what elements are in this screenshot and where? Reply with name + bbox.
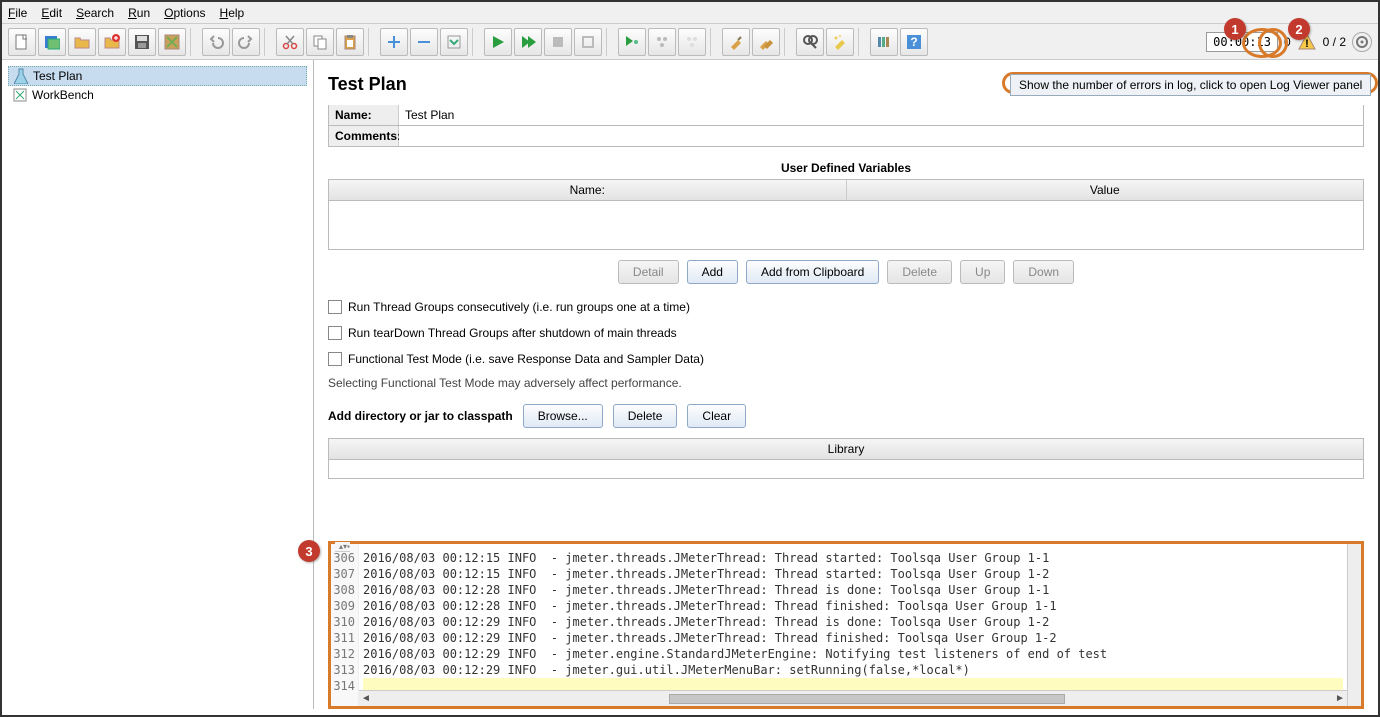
reset-search-button[interactable] bbox=[826, 28, 854, 56]
browse-button[interactable]: Browse... bbox=[523, 404, 603, 428]
menu-run[interactable]: Run bbox=[128, 6, 150, 20]
delete-button[interactable]: Delete bbox=[887, 260, 952, 284]
settings-icon[interactable] bbox=[1352, 32, 1372, 52]
comments-input[interactable] bbox=[399, 126, 1363, 146]
down-button[interactable]: Down bbox=[1013, 260, 1074, 284]
cut-button[interactable] bbox=[276, 28, 304, 56]
vars-title: User Defined Variables bbox=[328, 161, 1364, 175]
undo-button[interactable] bbox=[202, 28, 230, 56]
clear-all-button[interactable] bbox=[752, 28, 780, 56]
functional-note: Selecting Functional Test Mode may adver… bbox=[328, 376, 1364, 390]
menubar: File Edit Search Run Options Help bbox=[2, 2, 1378, 24]
stop-button[interactable] bbox=[544, 28, 572, 56]
chk-consecutive[interactable] bbox=[328, 300, 342, 314]
thread-count: 0 / 2 bbox=[1323, 35, 1346, 49]
cp-delete-button[interactable]: Delete bbox=[613, 404, 678, 428]
menu-file[interactable]: File bbox=[8, 6, 27, 20]
library-header[interactable]: Library bbox=[329, 439, 1363, 460]
chk-label: Run Thread Groups consecutively (i.e. ru… bbox=[348, 300, 690, 314]
vars-col-value[interactable]: Value bbox=[847, 180, 1364, 200]
close-button[interactable] bbox=[98, 28, 126, 56]
vars-body[interactable] bbox=[329, 201, 1363, 249]
callout-1: 1 bbox=[1224, 18, 1246, 40]
start-button[interactable] bbox=[484, 28, 512, 56]
add-clipboard-button[interactable]: Add from Clipboard bbox=[746, 260, 879, 284]
toggle-button[interactable] bbox=[440, 28, 468, 56]
up-button[interactable]: Up bbox=[960, 260, 1005, 284]
vars-col-name[interactable]: Name: bbox=[329, 180, 847, 200]
library-table: Library bbox=[328, 438, 1364, 479]
vars-table: Name: Value bbox=[328, 179, 1364, 250]
tree-panel: Test Plan WorkBench bbox=[2, 60, 314, 709]
warn-count: 0 bbox=[1284, 35, 1291, 49]
log-body[interactable]: 2016/08/03 00:12:15 INFO - jmeter.thread… bbox=[359, 544, 1347, 706]
menu-edit[interactable]: Edit bbox=[41, 6, 62, 20]
name-label: Name: bbox=[329, 105, 399, 125]
chk-functional[interactable] bbox=[328, 352, 342, 366]
tree-label: Test Plan bbox=[33, 69, 82, 83]
clear-button[interactable]: Clear bbox=[687, 404, 746, 428]
redo-button[interactable] bbox=[232, 28, 260, 56]
name-input[interactable] bbox=[399, 105, 1363, 125]
copy-button[interactable] bbox=[306, 28, 334, 56]
remote-start-button[interactable] bbox=[618, 28, 646, 56]
search-button[interactable] bbox=[796, 28, 824, 56]
tree-workbench[interactable]: WorkBench bbox=[8, 86, 307, 104]
function-helper-button[interactable] bbox=[870, 28, 898, 56]
chk-label: Functional Test Mode (i.e. save Response… bbox=[348, 352, 704, 366]
menu-search[interactable]: Search bbox=[76, 6, 114, 20]
tree-label: WorkBench bbox=[32, 88, 94, 102]
callout-2: 2 bbox=[1288, 18, 1310, 40]
start-no-pause-button[interactable] bbox=[514, 28, 542, 56]
scroll-thumb[interactable] bbox=[669, 694, 1064, 704]
log-tooltip: Show the number of errors in log, click … bbox=[1010, 74, 1371, 96]
templates-button[interactable] bbox=[38, 28, 66, 56]
classpath-label: Add directory or jar to classpath bbox=[328, 409, 513, 423]
new-button[interactable] bbox=[8, 28, 36, 56]
save-as-button[interactable] bbox=[158, 28, 186, 56]
content-panel: Test Plan Name: Comments: User Defined V… bbox=[314, 60, 1378, 709]
scroll-left-icon[interactable]: ◄ bbox=[359, 693, 373, 704]
clear-button[interactable] bbox=[722, 28, 750, 56]
scrollbar-horizontal[interactable]: ◄ ► bbox=[359, 690, 1347, 706]
tree-test-plan[interactable]: Test Plan bbox=[8, 66, 307, 86]
add-button[interactable]: Add bbox=[687, 260, 738, 284]
callout-3: 3 bbox=[298, 540, 320, 562]
library-body[interactable] bbox=[329, 460, 1363, 478]
shutdown-button[interactable] bbox=[574, 28, 602, 56]
chk-teardown[interactable] bbox=[328, 326, 342, 340]
flask-icon bbox=[13, 68, 29, 84]
scroll-right-icon[interactable]: ► bbox=[1333, 693, 1347, 704]
menu-options[interactable]: Options bbox=[164, 6, 205, 20]
log-viewer: ▴▾▪ 306 307 308 309 310 311 312 313 314 … bbox=[328, 541, 1364, 709]
chk-label: Run tearDown Thread Groups after shutdow… bbox=[348, 326, 677, 340]
svg-text:?: ? bbox=[910, 35, 917, 49]
comments-label: Comments: bbox=[329, 126, 399, 146]
help-button[interactable]: ? bbox=[900, 28, 928, 56]
scrollbar-vertical[interactable] bbox=[1347, 544, 1361, 706]
save-button[interactable] bbox=[128, 28, 156, 56]
drag-handle-icon[interactable]: ▴▾▪ bbox=[335, 542, 350, 552]
detail-button[interactable]: Detail bbox=[618, 260, 679, 284]
menu-help[interactable]: Help bbox=[220, 6, 245, 20]
paste-button[interactable] bbox=[336, 28, 364, 56]
expand-button[interactable] bbox=[380, 28, 408, 56]
open-button[interactable] bbox=[68, 28, 96, 56]
remote-start-all-button[interactable] bbox=[648, 28, 676, 56]
collapse-button[interactable] bbox=[410, 28, 438, 56]
workbench-icon bbox=[12, 87, 28, 103]
log-gutter: 306 307 308 309 310 311 312 313 314 bbox=[331, 544, 359, 706]
toolbar: ? 00:00:13 0 ! 0 / 2 bbox=[2, 24, 1378, 60]
remote-stop-button[interactable] bbox=[678, 28, 706, 56]
svg-text:!: ! bbox=[1305, 38, 1309, 50]
